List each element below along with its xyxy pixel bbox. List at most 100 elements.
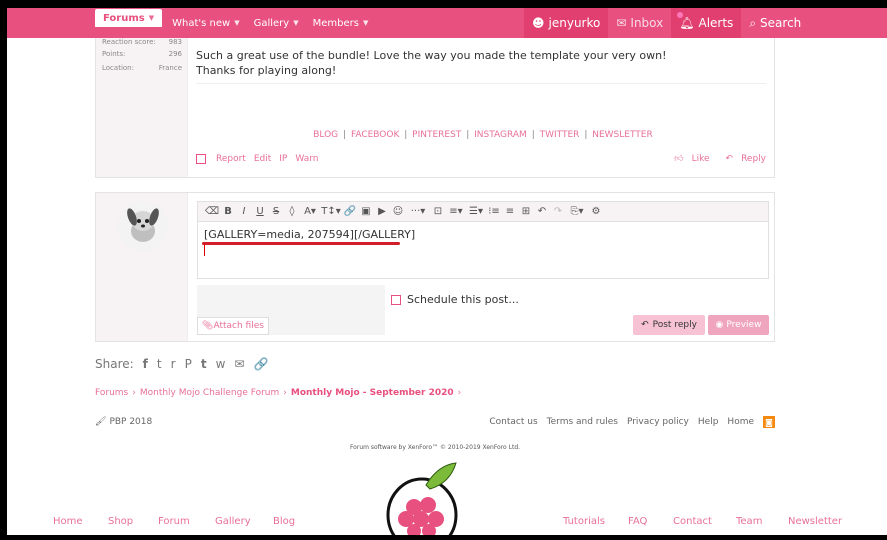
sig-link-blog[interactable]: BLOG [313, 130, 338, 140]
reply-button[interactable]: ↶ Reply [718, 154, 766, 164]
bbcode-toggle-button[interactable]: ⚙ [588, 206, 604, 217]
nav-gallery-label: Gallery [253, 17, 290, 29]
nav-alerts[interactable]: 🔔︎ Alerts [671, 8, 742, 38]
report-link[interactable]: Report [216, 154, 246, 164]
tumblr-icon[interactable]: t [201, 357, 207, 371]
nav-forums[interactable]: Forums ▼ [95, 9, 163, 27]
nav-inbox[interactable]: ✉ Inbox [608, 8, 671, 38]
bottom-nav-home[interactable]: Home [53, 516, 83, 527]
rich-text-editor[interactable]: ⌫ B I U S ◊ A▾ T↕▾ 🔗 ▣ ▶ ☺ ···▾ ⊡ ≡▾ ☰▾ … [197, 201, 769, 279]
nav-whats-new[interactable]: What's new ▼ [172, 18, 239, 29]
footer-contact[interactable]: Contact us [489, 417, 537, 427]
warn-link[interactable]: Warn [295, 154, 318, 164]
clear-format-button[interactable]: ⌫ [204, 206, 220, 217]
whatsapp-icon[interactable]: w [216, 357, 226, 371]
email-icon[interactable]: ✉ [234, 357, 244, 371]
breadcrumb-forums[interactable]: Forums [95, 388, 128, 398]
sig-link-pinterest[interactable]: PINTEREST [412, 130, 461, 140]
sig-link-facebook[interactable]: FACEBOOK [351, 130, 399, 140]
stat-value: 983 [168, 38, 182, 46]
twitter-icon[interactable]: t [157, 357, 162, 371]
footer-home[interactable]: Home [727, 417, 754, 427]
bottom-nav-faq[interactable]: FAQ [628, 516, 647, 527]
editor-content[interactable]: [GALLERY=media, 207594][/GALLERY] [204, 228, 415, 241]
media-button[interactable]: ▶ [374, 206, 390, 217]
font-size-button[interactable]: A▾ [300, 206, 320, 217]
sig-link-newsletter[interactable]: NEWSLETTER [592, 130, 653, 140]
nav-members[interactable]: Members ▼ [313, 18, 369, 29]
schedule-post-option[interactable]: Schedule this post... [391, 293, 519, 306]
facebook-icon[interactable]: f [143, 357, 148, 371]
strikethrough-button[interactable]: S [268, 206, 284, 217]
edit-link[interactable]: Edit [254, 154, 271, 164]
breadcrumb-challenge-forum[interactable]: Monthly Mojo Challenge Forum [140, 388, 279, 398]
nav-search[interactable]: ⌕ Search [741, 8, 809, 38]
numbered-list-button[interactable]: ≡ [502, 206, 518, 217]
bottom-nav-blog[interactable]: Blog [273, 516, 295, 527]
underline-button[interactable]: U [252, 206, 268, 217]
share-label: Share: [95, 357, 134, 371]
drafts-button[interactable]: ⎘▾ [566, 206, 588, 217]
attach-files-button[interactable]: 📎︎ Attach files [197, 317, 269, 335]
stat-label: Location: [102, 64, 134, 72]
screen-frame-top [0, 0, 887, 8]
image-button[interactable]: ▣ [358, 206, 374, 217]
bullet-list-button[interactable]: ⁝≡ [486, 206, 502, 217]
sig-link-twitter[interactable]: TWITTER [540, 130, 580, 140]
select-checkbox[interactable] [196, 154, 206, 164]
envelope-icon: ✉ [616, 16, 627, 30]
nav-gallery[interactable]: Gallery ▼ [254, 18, 299, 29]
reddit-icon[interactable]: r [171, 357, 176, 371]
footer-links: Contact us Terms and rules Privacy polic… [480, 416, 775, 428]
footer-help[interactable]: Help [698, 417, 719, 427]
nav-alerts-label: Alerts [698, 16, 734, 30]
bottom-nav-contact[interactable]: Contact [673, 516, 712, 527]
italic-button[interactable]: I [236, 206, 252, 217]
pinterest-icon[interactable]: P [185, 357, 192, 371]
more-options-button[interactable]: ···▾ [406, 206, 430, 217]
preview-button[interactable]: ◉ Preview [708, 315, 769, 335]
stat-label: Reaction score: [102, 38, 156, 46]
insert-image-button[interactable]: ⊡ [430, 206, 446, 217]
color-button[interactable]: ◊ [284, 206, 300, 217]
thumbs-up-icon: 👍︎ [674, 154, 684, 164]
bottom-nav-team[interactable]: Team [736, 516, 762, 527]
smilie-button[interactable]: ☺ [390, 206, 406, 217]
table-button[interactable]: ⊞ [518, 206, 534, 217]
align-button[interactable]: ≡▾ [446, 206, 466, 217]
post-line-1: Such a great use of the bundle! Love the… [196, 49, 667, 62]
bottom-nav-shop[interactable]: Shop [108, 516, 133, 527]
like-button[interactable]: 👍︎ Like [666, 154, 709, 164]
copyright: Forum software by XenForo™ © 2010-2019 X… [349, 444, 521, 451]
breadcrumb-september[interactable]: Monthly Mojo - September 2020 [291, 388, 454, 398]
stat-value: France [158, 64, 182, 72]
undo-button[interactable]: ↶ [534, 206, 550, 217]
list-button[interactable]: ☰▾ [466, 206, 486, 217]
bottom-nav-gallery[interactable]: Gallery [215, 516, 251, 527]
footer-privacy[interactable]: Privacy policy [627, 417, 689, 427]
post-reply-button[interactable]: ↶ Post reply [633, 315, 705, 335]
post-body: Such a great use of the bundle! Love the… [196, 48, 667, 78]
stat-value: 296 [168, 50, 182, 58]
bottom-nav-tutorials[interactable]: Tutorials [563, 516, 605, 527]
nav-forums-label: Forums [103, 12, 145, 24]
attach-files-label: Attach files [213, 321, 264, 331]
schedule-checkbox[interactable] [391, 294, 401, 305]
footer-terms[interactable]: Terms and rules [547, 417, 618, 427]
font-family-button[interactable]: T↕▾ [320, 206, 342, 217]
rss-icon[interactable]: ◙ [763, 416, 775, 428]
bold-button[interactable]: B [220, 206, 236, 217]
style-chooser[interactable]: 🖌︎ PBP 2018 [95, 417, 152, 427]
signature-divider [196, 83, 766, 84]
post-line-2: Thanks for playing along! [196, 64, 337, 77]
nav-user[interactable]: ☻ jenyurko [524, 8, 609, 38]
link-button[interactable]: 🔗 [342, 206, 358, 217]
redo-button[interactable]: ↷ [550, 206, 566, 217]
ip-link[interactable]: IP [279, 154, 287, 164]
bottom-nav-forum[interactable]: Forum [158, 516, 190, 527]
bottom-nav-newsletter[interactable]: Newsletter [788, 516, 842, 527]
avatar [118, 201, 168, 251]
link-icon[interactable]: 🔗 [253, 357, 268, 371]
quick-reply-block: ⌫ B I U S ◊ A▾ T↕▾ 🔗 ▣ ▶ ☺ ···▾ ⊡ ≡▾ ☰▾ … [95, 192, 775, 342]
sig-link-instagram[interactable]: INSTAGRAM [474, 130, 527, 140]
